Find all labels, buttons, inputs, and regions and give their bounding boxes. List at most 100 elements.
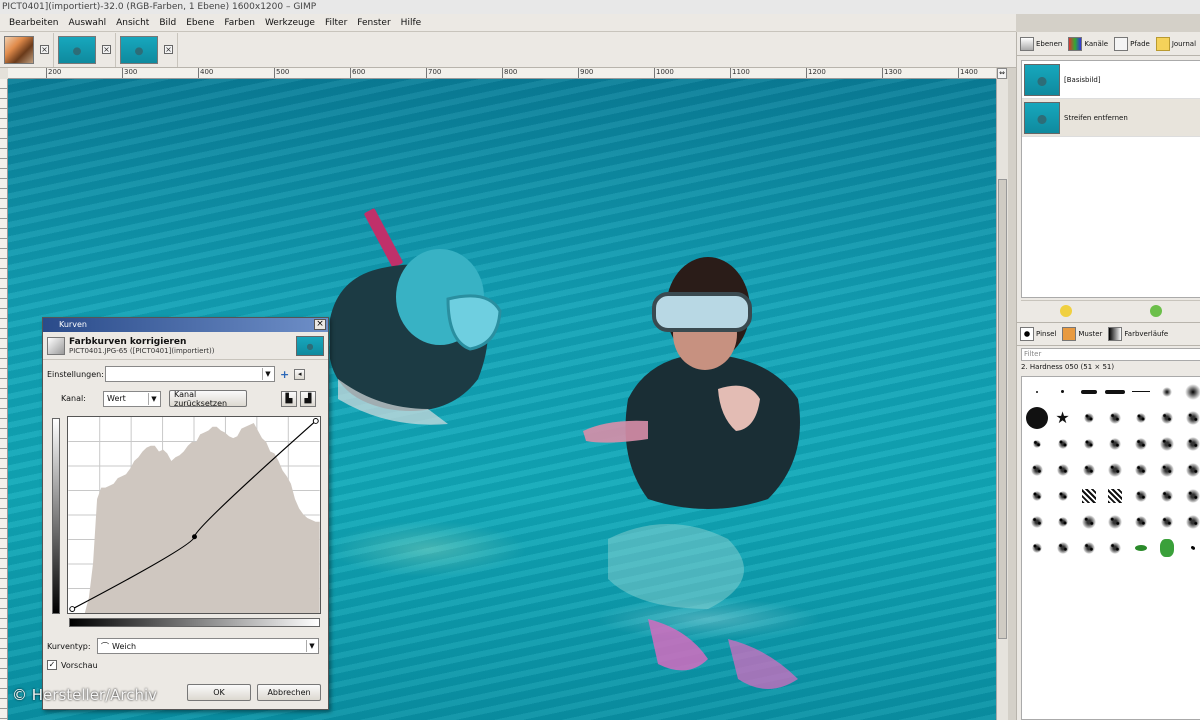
brush-item[interactable] xyxy=(1024,509,1049,534)
brush-item[interactable] xyxy=(1154,431,1179,456)
preview-checkbox[interactable]: ✓ xyxy=(47,660,57,670)
menu-werkzeuge[interactable]: Werkzeuge xyxy=(265,18,315,28)
tab-pfade[interactable]: Pfade xyxy=(1111,33,1153,55)
tab-journal[interactable]: Journal xyxy=(1153,33,1199,55)
ruler-corner[interactable] xyxy=(0,68,8,79)
close-icon[interactable]: × xyxy=(40,45,49,54)
brush-item[interactable] xyxy=(1102,483,1127,508)
linear-histogram-icon[interactable]: ▙ xyxy=(281,390,297,407)
tab-pinsel[interactable]: Pinsel xyxy=(1017,323,1059,345)
menu-bearbeiten[interactable]: Bearbeiten xyxy=(9,18,58,28)
brush-item[interactable] xyxy=(1180,457,1200,482)
close-icon[interactable]: × xyxy=(102,45,111,54)
brush-item[interactable] xyxy=(1076,405,1101,430)
scrollbar-thumb[interactable] xyxy=(998,179,1007,639)
menu-farben[interactable]: Farben xyxy=(224,18,255,28)
brush-item[interactable] xyxy=(1024,535,1049,560)
brush-item[interactable] xyxy=(1102,379,1127,404)
image-tab-active[interactable]: × xyxy=(116,32,178,67)
brush-item[interactable] xyxy=(1180,483,1200,508)
brush-item[interactable] xyxy=(1128,405,1153,430)
cancel-button[interactable]: Abbrechen xyxy=(257,684,321,701)
brush-item[interactable] xyxy=(1024,405,1049,430)
brush-item[interactable] xyxy=(1050,431,1075,456)
yellow-star-icon[interactable] xyxy=(1060,304,1072,317)
close-icon[interactable]: × xyxy=(314,319,326,330)
ok-button[interactable]: OK xyxy=(187,684,251,701)
brush-item[interactable] xyxy=(1076,457,1101,482)
tab-farbverlaeufe[interactable]: Farbverläufe xyxy=(1105,323,1171,345)
image-tab[interactable]: × xyxy=(54,32,116,67)
vertical-scrollbar[interactable] xyxy=(996,79,1008,720)
curve-graph[interactable] xyxy=(67,416,321,614)
brush-item[interactable] xyxy=(1154,535,1179,560)
brush-item[interactable] xyxy=(1154,405,1179,430)
brush-item[interactable] xyxy=(1024,379,1049,404)
brush-item[interactable] xyxy=(1050,535,1075,560)
curve-type-combo[interactable]: ⌒ Weich ▼ xyxy=(97,638,319,654)
brush-item[interactable] xyxy=(1102,457,1127,482)
brush-filter-input[interactable]: Filter xyxy=(1021,348,1200,361)
close-icon[interactable]: × xyxy=(164,45,173,54)
brush-item[interactable] xyxy=(1154,509,1179,534)
zoom-toggle-icon[interactable]: ⇔ xyxy=(997,68,1007,79)
tab-label: Ebenen xyxy=(1036,39,1063,48)
brush-item[interactable] xyxy=(1102,405,1127,430)
brush-item[interactable] xyxy=(1024,431,1049,456)
brush-item[interactable] xyxy=(1180,509,1200,534)
brush-item[interactable] xyxy=(1024,457,1049,482)
log-histogram-icon[interactable]: ▟ xyxy=(300,390,316,407)
brush-item[interactable] xyxy=(1076,535,1101,560)
brush-item[interactable]: ★ xyxy=(1050,405,1075,430)
brush-item[interactable] xyxy=(1180,405,1200,430)
brush-item[interactable] xyxy=(1154,483,1179,508)
add-preset-icon[interactable]: + xyxy=(280,368,289,381)
reset-channel-button[interactable]: Kanal zurücksetzen xyxy=(169,390,247,408)
menu-ebene[interactable]: Ebene xyxy=(186,18,214,28)
brush-item[interactable] xyxy=(1180,379,1200,404)
layer-row[interactable]: Streifen entfernen xyxy=(1022,99,1200,137)
horizontal-ruler[interactable]: 200 300 400 500 600 700 800 900 1000 1100 1200 1300… xyxy=(8,68,996,79)
menu-hilfe[interactable]: Hilfe xyxy=(401,18,421,28)
right-dock: Ebenen Kanäle Pfade Journal [Basisbild] … xyxy=(1016,32,1200,720)
brush-item[interactable] xyxy=(1128,431,1153,456)
brush-item[interactable] xyxy=(1102,431,1127,456)
tab-muster[interactable]: Muster xyxy=(1059,323,1105,345)
brush-item[interactable] xyxy=(1180,535,1200,560)
green-arrow-icon[interactable] xyxy=(1150,304,1162,317)
brush-item[interactable] xyxy=(1050,379,1075,404)
menu-filter[interactable]: Filter xyxy=(325,18,347,28)
preset-menu-icon[interactable]: ◂ xyxy=(294,368,306,380)
brush-item[interactable] xyxy=(1076,509,1101,534)
brush-item[interactable] xyxy=(1076,379,1101,404)
brush-tabs: Pinsel Muster Farbverläufe xyxy=(1017,322,1200,346)
menu-bild[interactable]: Bild xyxy=(159,18,176,28)
image-tab[interactable]: × xyxy=(0,32,54,67)
brush-item[interactable] xyxy=(1154,379,1179,404)
brush-item[interactable] xyxy=(1050,483,1075,508)
brush-item[interactable] xyxy=(1102,509,1127,534)
brush-item[interactable] xyxy=(1128,457,1153,482)
brush-item[interactable] xyxy=(1076,431,1101,456)
brush-item[interactable] xyxy=(1102,535,1127,560)
vertical-ruler[interactable] xyxy=(0,79,8,720)
brush-item[interactable] xyxy=(1128,535,1153,560)
dialog-titlebar[interactable]: Kurven × xyxy=(43,318,328,332)
brush-item[interactable] xyxy=(1024,483,1049,508)
brush-item[interactable] xyxy=(1128,483,1153,508)
menu-ansicht[interactable]: Ansicht xyxy=(116,18,149,28)
tab-kanaele[interactable]: Kanäle xyxy=(1065,33,1111,55)
brush-item[interactable] xyxy=(1050,509,1075,534)
brush-item[interactable] xyxy=(1154,457,1179,482)
brush-item[interactable] xyxy=(1128,379,1153,404)
menu-fenster[interactable]: Fenster xyxy=(357,18,390,28)
menu-auswahl[interactable]: Auswahl xyxy=(68,18,106,28)
presets-combo[interactable]: ▼ xyxy=(105,366,275,382)
brush-item[interactable] xyxy=(1050,457,1075,482)
tab-ebenen[interactable]: Ebenen xyxy=(1017,33,1065,55)
channel-combo[interactable]: Wert ▼ xyxy=(103,390,161,407)
brush-item[interactable] xyxy=(1128,509,1153,534)
brush-item[interactable] xyxy=(1076,483,1101,508)
brush-item[interactable] xyxy=(1180,431,1200,456)
layer-row[interactable]: [Basisbild] xyxy=(1022,61,1200,99)
